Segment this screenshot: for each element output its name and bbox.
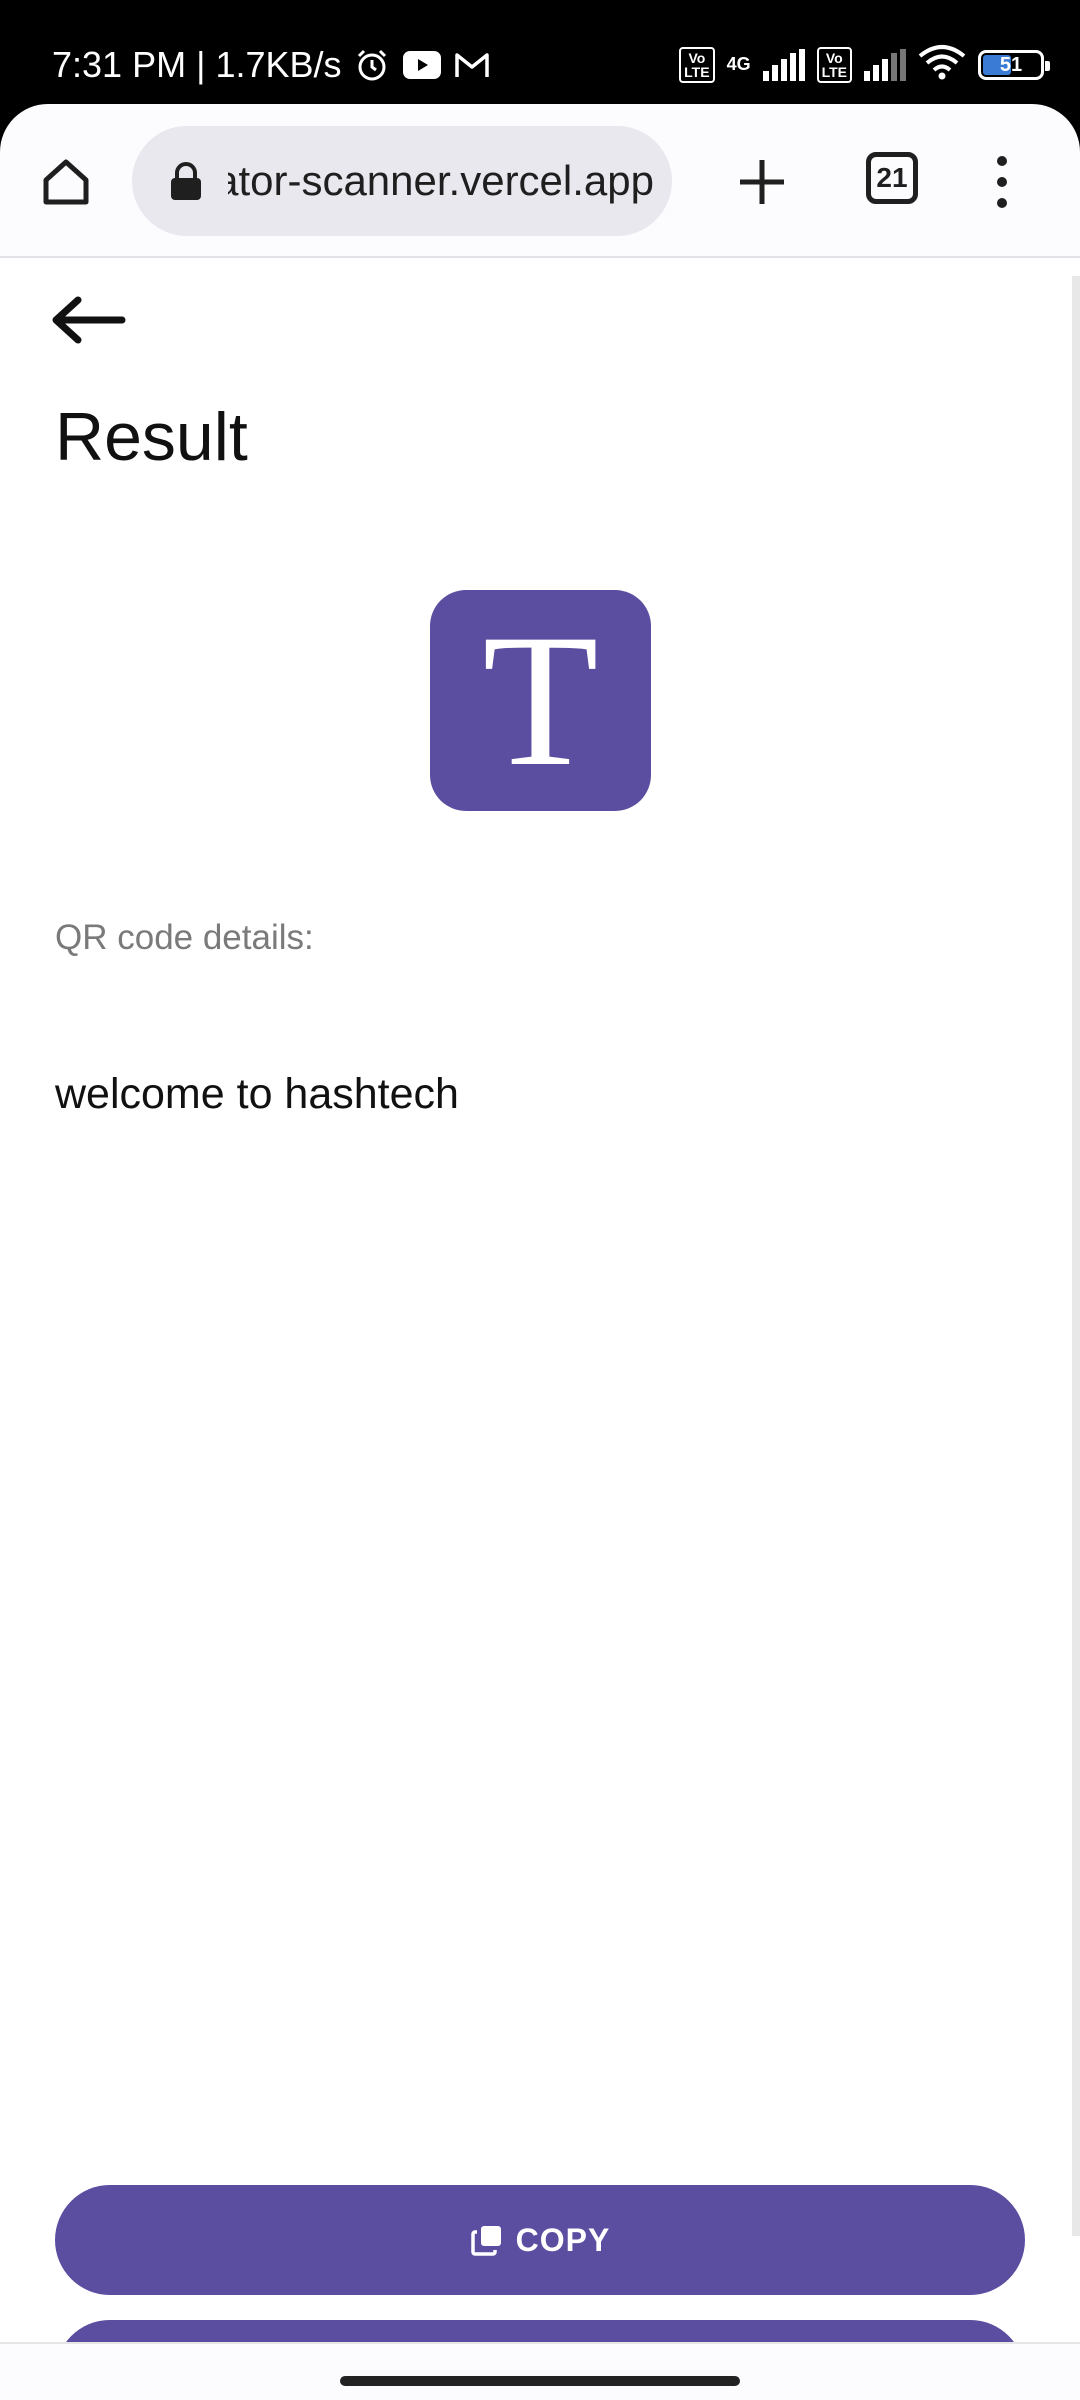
- tabs-switcher-button[interactable]: 21: [866, 152, 918, 204]
- gesture-handle[interactable]: [340, 2376, 740, 2386]
- network-speed: 1.7KB/s: [215, 44, 342, 85]
- youtube-icon: [402, 45, 442, 85]
- logo-letter: T: [482, 595, 599, 806]
- status-right: Vo LTE 4G Vo LTE 51: [679, 44, 1050, 85]
- status-separator: |: [196, 44, 206, 85]
- tab-count: 21: [876, 162, 908, 193]
- battery-level: 51: [999, 53, 1023, 76]
- battery-icon: 51: [978, 49, 1050, 80]
- copy-label: COPY: [515, 2221, 611, 2258]
- url-text[interactable]: qr-generator-scanner.vercel.app: [228, 126, 654, 236]
- volte-badge-2: Vo LTE: [816, 46, 852, 83]
- copy-icon: [470, 2226, 501, 2256]
- address-bar[interactable]: qr-generator-scanner.vercel.app: [132, 126, 672, 236]
- result-logo: T: [430, 590, 651, 811]
- back-button[interactable]: [50, 290, 130, 350]
- more-vert-icon[interactable]: [980, 150, 1024, 214]
- home-button[interactable]: [34, 150, 98, 214]
- system-nav-bar: [0, 2342, 1080, 2400]
- wifi-icon: [918, 44, 966, 85]
- plus-icon: [740, 160, 784, 204]
- copy-button[interactable]: COPY: [55, 2185, 1025, 2295]
- browser-toolbar: qr-generator-scanner.vercel.app 21: [0, 104, 1080, 258]
- page-title: Result: [55, 399, 248, 475]
- details-label: QR code details:: [55, 918, 314, 957]
- lock-icon[interactable]: [168, 162, 204, 202]
- home-icon: [43, 159, 89, 205]
- scrollbar[interactable]: [1072, 276, 1080, 2236]
- status-left: 7:31 PM | 1.7KB/s: [52, 44, 492, 86]
- signal-strength-icon-1: [762, 48, 805, 81]
- new-tab-button[interactable]: [730, 150, 794, 214]
- signal-strength-icon-2: [864, 48, 906, 81]
- volte-badge-1: Vo LTE: [679, 46, 715, 83]
- arrow-left-icon: [52, 296, 126, 344]
- status-bar: 7:31 PM | 1.7KB/s Vo LTE 4G Vo LTE 51: [0, 0, 1080, 104]
- network-type: 4G: [726, 54, 751, 74]
- status-time: 7:31 PM: [52, 44, 187, 85]
- details-value: welcome to hashtech: [55, 1070, 459, 1118]
- gmail-icon: [452, 45, 492, 85]
- page-content: Result T QR code details: welcome to has…: [0, 260, 1080, 2400]
- alarm-icon: [352, 45, 392, 85]
